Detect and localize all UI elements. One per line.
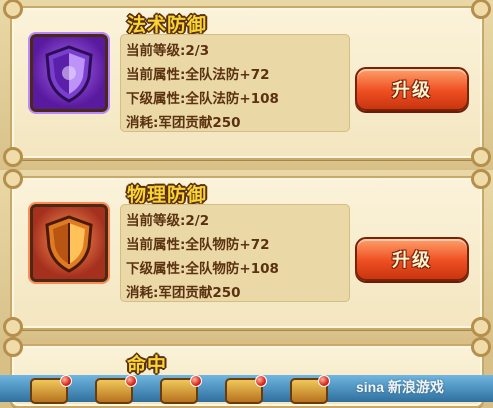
upgrade-cost: 消耗:军团贡献250 <box>126 285 241 301</box>
notification-dot-icon <box>125 375 137 387</box>
corner-ornament <box>3 147 23 167</box>
skill-card-magic-defense: 法术防御 当前等级:2/3 当前属性:全队法防+72 下级属性:全队法防+108… <box>3 0 491 167</box>
notification-dot-icon <box>60 375 72 387</box>
corner-ornament <box>471 337 491 357</box>
notification-dot-icon <box>255 375 267 387</box>
shield-icon <box>45 45 93 103</box>
current-level: 当前等级:2/2 <box>126 213 210 229</box>
upgrade-button-label: 升级 <box>392 250 432 271</box>
purple-shield-icon <box>30 34 108 112</box>
corner-ornament <box>3 337 23 357</box>
corner-ornament <box>471 0 491 19</box>
corner-ornament <box>471 317 491 337</box>
skill-card-physical-defense: 物理防御 当前等级:2/2 当前属性:全队物防+72 下级属性:全队物防+108… <box>3 169 491 337</box>
current-level: 当前等级:2/3 <box>126 43 210 59</box>
upgrade-button[interactable]: 升级 <box>355 67 469 111</box>
current-attribute: 当前属性:全队法防+72 <box>126 67 270 83</box>
sina-watermark: sina 新浪游戏 <box>356 379 444 395</box>
notification-dot-icon <box>190 375 202 387</box>
corner-ornament <box>3 0 23 19</box>
skill-stats-panel: 当前等级:2/2 当前属性:全队物防+72 下级属性:全队物防+108 消耗:军… <box>120 204 350 302</box>
orange-shield-icon <box>30 204 108 282</box>
skill-stats-panel: 当前等级:2/3 当前属性:全队法防+72 下级属性:全队法防+108 消耗:军… <box>120 34 350 132</box>
upgrade-button[interactable]: 升级 <box>355 237 469 281</box>
next-attribute: 下级属性:全队法防+108 <box>126 91 279 107</box>
next-attribute: 下级属性:全队物防+108 <box>126 261 279 277</box>
corner-ornament <box>3 169 23 189</box>
skill-title: 命中 <box>127 354 168 376</box>
current-attribute: 当前属性:全队物防+72 <box>126 237 270 253</box>
skill-title: 物理防御 <box>127 184 208 206</box>
corner-ornament <box>471 169 491 189</box>
upgrade-button-label: 升级 <box>392 80 432 101</box>
shield-icon <box>45 215 93 273</box>
corner-ornament <box>471 147 491 167</box>
notification-dot-icon <box>318 375 330 387</box>
skill-title: 法术防御 <box>127 14 208 36</box>
upgrade-cost: 消耗:军团贡献250 <box>126 115 241 131</box>
corner-ornament <box>3 317 23 337</box>
